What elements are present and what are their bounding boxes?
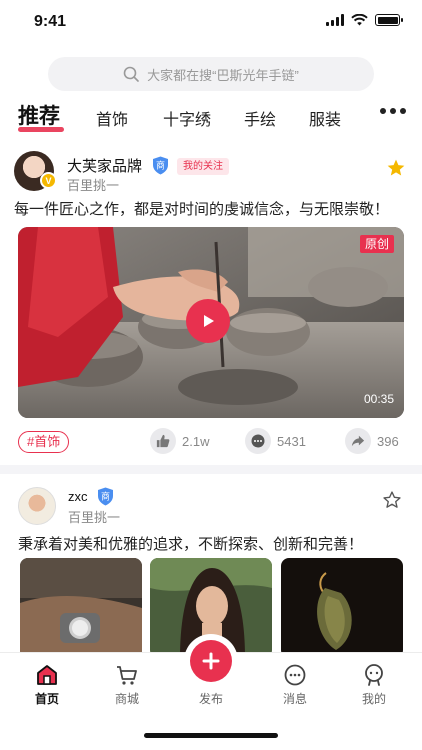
like-button[interactable]: 2.1w bbox=[150, 428, 209, 454]
comment-icon bbox=[245, 428, 271, 454]
search-placeholder: 大家都在搜“巴斯光年手链” bbox=[147, 67, 299, 83]
star-outline-icon[interactable] bbox=[382, 490, 402, 510]
home-indicator bbox=[144, 733, 278, 738]
share-count: 396 bbox=[377, 433, 399, 449]
play-button[interactable] bbox=[186, 299, 230, 343]
section-divider bbox=[0, 465, 422, 474]
more-tabs-icon[interactable] bbox=[380, 108, 406, 114]
thumbs-up-icon bbox=[150, 428, 176, 454]
search-bar[interactable]: 大家都在搜“巴斯光年手链” bbox=[48, 57, 374, 91]
share-button[interactable]: 396 bbox=[345, 428, 399, 454]
comment-button[interactable]: 5431 bbox=[245, 428, 306, 454]
star-filled-icon[interactable] bbox=[386, 158, 406, 178]
post-image-watch[interactable] bbox=[20, 558, 142, 658]
wifi-icon bbox=[351, 14, 368, 26]
nav-post-label: 发布 bbox=[198, 692, 223, 706]
profile-icon bbox=[365, 664, 383, 686]
plus-icon bbox=[202, 652, 220, 670]
nav-mine-label: 我的 bbox=[361, 692, 386, 706]
post-author[interactable]: zxc bbox=[68, 489, 88, 504]
verified-badge: V bbox=[40, 172, 57, 189]
post-image-pendant[interactable] bbox=[281, 558, 403, 658]
tab-clothing[interactable]: 服装 bbox=[309, 106, 341, 130]
home-icon bbox=[37, 665, 57, 685]
video-duration: 00:35 bbox=[363, 392, 394, 406]
search-icon bbox=[123, 66, 139, 82]
tab-jewelry[interactable]: 首饰 bbox=[96, 106, 128, 130]
merchant-shield-icon: 商 bbox=[152, 156, 169, 175]
nav-home-label: 首页 bbox=[34, 692, 59, 706]
shopping-cart-icon bbox=[117, 666, 137, 685]
nav-home[interactable]: 首页 bbox=[17, 663, 77, 707]
svg-text:商: 商 bbox=[156, 160, 165, 172]
comment-count: 5431 bbox=[277, 433, 306, 449]
category-tabs: 推荐 首饰 十字绣 手绘 服装 bbox=[0, 100, 422, 138]
nav-shop[interactable]: 商城 bbox=[97, 663, 157, 707]
avatar[interactable] bbox=[18, 487, 56, 525]
share-icon bbox=[345, 428, 371, 454]
tab-hand-painting[interactable]: 手绘 bbox=[244, 106, 276, 130]
nav-messages[interactable]: 消息 bbox=[265, 663, 325, 707]
post-author[interactable]: 大芙家品牌 bbox=[67, 155, 142, 176]
topic-tag[interactable]: #首饰 bbox=[18, 431, 70, 453]
nav-shop-label: 商城 bbox=[114, 692, 139, 706]
tab-recommended[interactable]: 推荐 bbox=[18, 100, 60, 130]
post-text: 每一件匠心之作，都是对时间的虔诚信念，与无限崇敬！ bbox=[14, 201, 390, 218]
svg-text:商: 商 bbox=[101, 491, 110, 503]
status-time: 9:41 bbox=[34, 13, 67, 30]
post-subtitle: 百里挑一 bbox=[67, 178, 120, 193]
like-count: 2.1w bbox=[182, 433, 210, 449]
status-bar: 9:41 bbox=[0, 0, 422, 44]
original-content-badge: 原创 bbox=[359, 235, 394, 253]
post-create-button[interactable] bbox=[190, 640, 232, 682]
nav-messages-label: 消息 bbox=[282, 692, 307, 706]
play-icon bbox=[204, 315, 214, 327]
post-text: 秉承着对美和优雅的追求，不断探索、创新和完善！ bbox=[18, 536, 364, 553]
nav-mine[interactable]: 我的 bbox=[344, 663, 404, 707]
message-icon bbox=[284, 664, 306, 686]
follow-status-badge: 我的关注 bbox=[177, 158, 229, 175]
merchant-shield-icon: 商 bbox=[97, 487, 114, 506]
post-subtitle: 百里挑一 bbox=[68, 510, 121, 525]
tab-cross-stitch[interactable]: 十字绣 bbox=[163, 106, 211, 130]
cellular-signal-icon bbox=[326, 14, 344, 26]
battery-icon bbox=[375, 14, 403, 26]
